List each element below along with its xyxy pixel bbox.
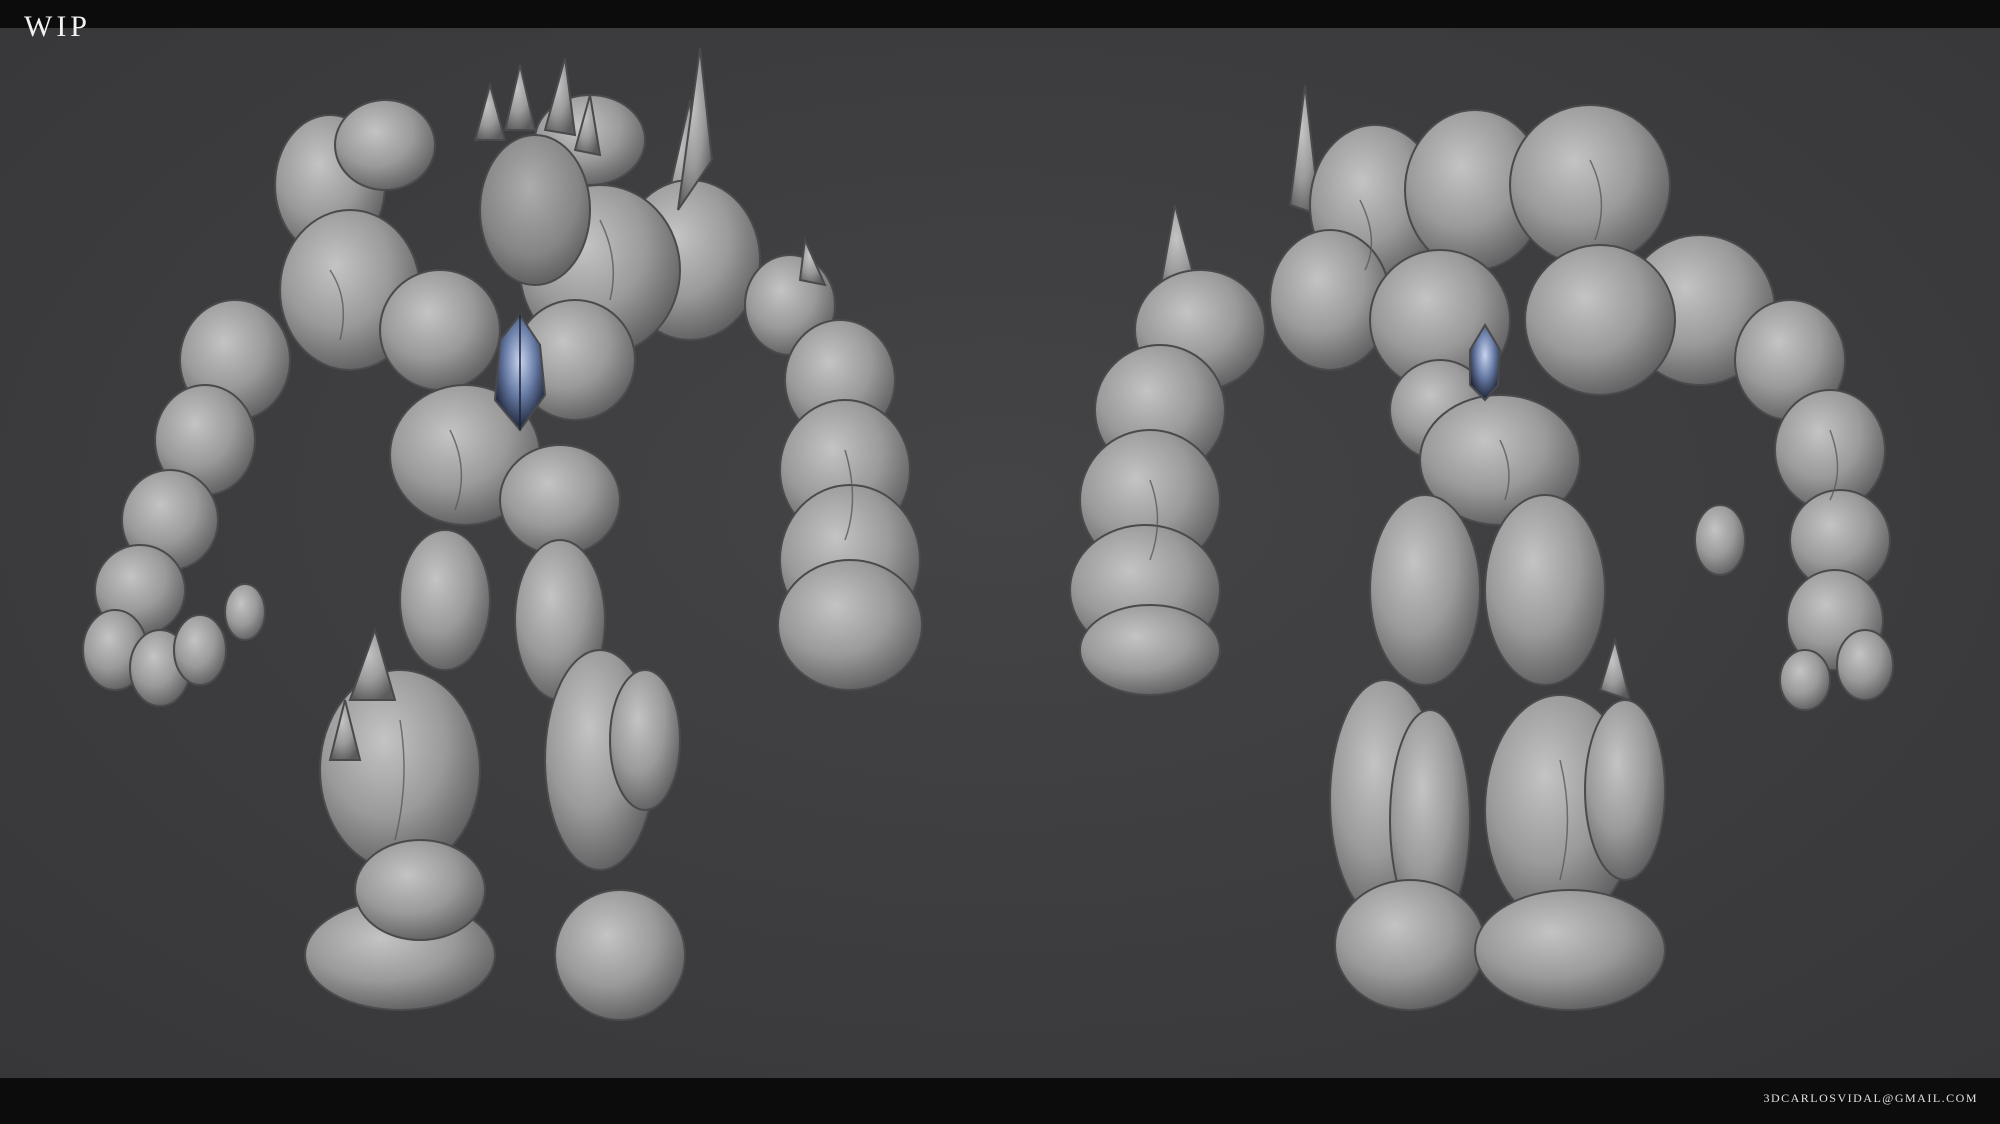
front-left-arm — [82, 299, 291, 707]
back-left-arm — [1069, 84, 1322, 696]
front-left-leg — [304, 529, 496, 1011]
front-torso — [274, 94, 681, 556]
front-right-leg — [514, 539, 686, 1021]
back-left-leg — [1329, 494, 1486, 1011]
front-right-arm — [619, 99, 923, 691]
back-right-leg — [1474, 494, 1666, 1011]
golem-front-view — [82, 47, 923, 1021]
sculpt-render — [82, 47, 1894, 1021]
back-torso — [1269, 104, 1676, 526]
golem-back-view — [1069, 84, 1894, 1011]
